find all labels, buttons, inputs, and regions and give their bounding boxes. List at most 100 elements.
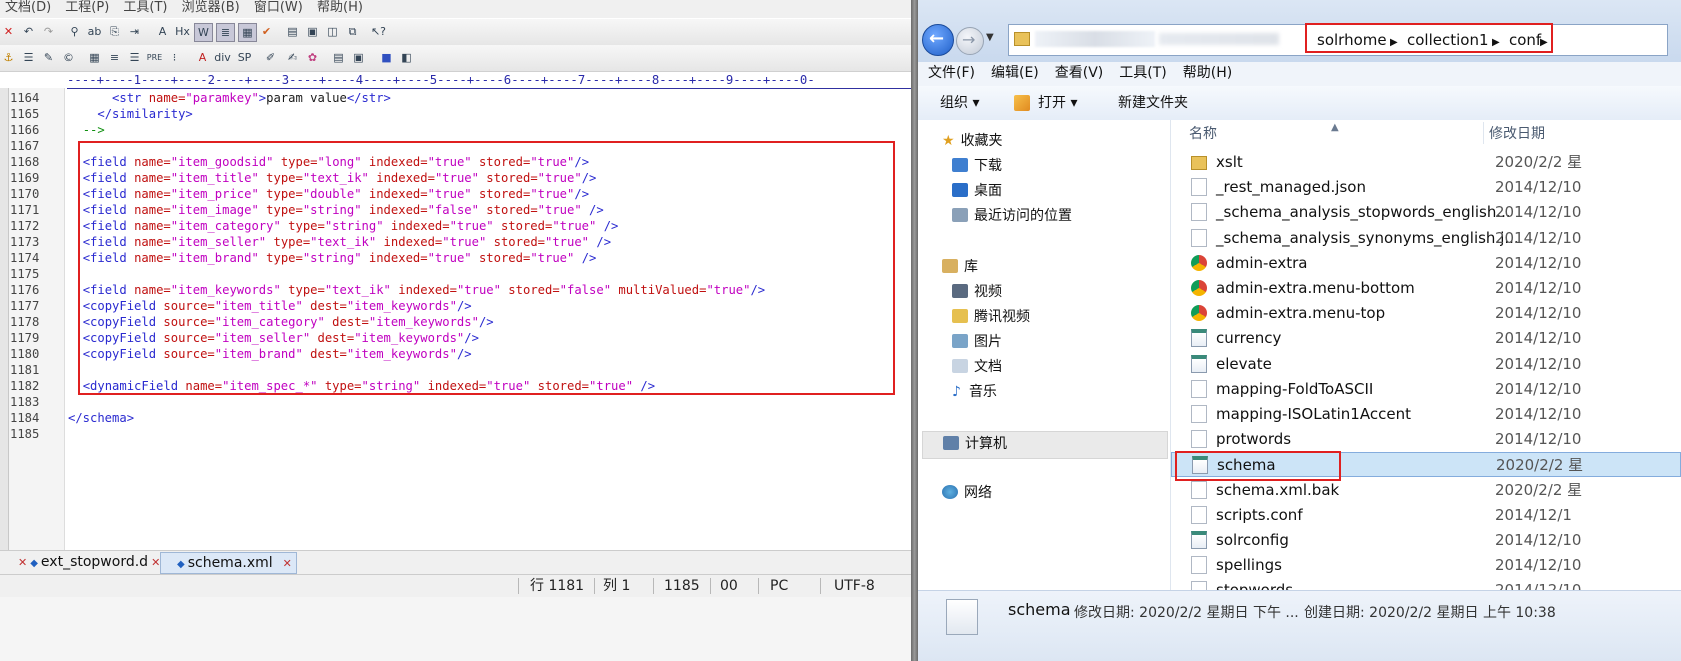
column-divider[interactable] — [1483, 122, 1484, 144]
menu-help[interactable]: 帮助(H) — [1177, 62, 1238, 84]
file-row-schema-analysis-synonyms-english-j[interactable]: _schema_analysis_synonyms_english.j... 20… — [1171, 226, 1681, 251]
code-line[interactable]: --> — [68, 122, 105, 138]
close-tab-icon[interactable]: ✕ — [18, 556, 27, 569]
code-line[interactable]: <str name="paramkey">param value</str> — [68, 90, 391, 106]
file-row-schema-analysis-stopwords-english[interactable]: _schema_analysis_stopwords_english... 201… — [1171, 200, 1681, 225]
split-icon[interactable]: ◫ — [324, 23, 341, 40]
spellcheck-icon[interactable]: ✔ — [258, 23, 275, 40]
copyright-icon[interactable]: © — [60, 49, 77, 66]
menu-tools[interactable]: 工具(T) — [118, 0, 172, 16]
edit-icon[interactable]: ✎ — [40, 49, 57, 66]
nav-recent[interactable]: 最近访问的位置 — [952, 206, 1072, 226]
file-row-elevate[interactable]: elevate 2014/12/10 — [1171, 352, 1681, 377]
file-row-currency[interactable]: currency 2014/12/10 — [1171, 326, 1681, 351]
find-files-icon[interactable]: ⎘ — [106, 23, 123, 40]
layout-icon[interactable]: ▣ — [304, 23, 321, 40]
file-row-admin-extra-menu-bottom[interactable]: admin-extra.menu-bottom 2014/12/10 — [1171, 276, 1681, 301]
nav-music[interactable]: ♪ 音乐 — [952, 382, 997, 402]
view-icon[interactable]: ▤ — [284, 23, 301, 40]
font-icon[interactable]: A — [154, 23, 171, 40]
menu-tools[interactable]: 工具(T) — [1113, 62, 1172, 84]
file-row-mapping-isolatin1accent[interactable]: mapping-ISOLatin1Accent 2014/12/10 — [1171, 402, 1681, 427]
color-picker-icon[interactable]: ■ — [378, 49, 395, 66]
font-color-icon[interactable]: A — [194, 49, 211, 66]
file-row-admin-extra[interactable]: admin-extra 2014/12/10 — [1171, 251, 1681, 276]
close-icon[interactable]: ✕ — [0, 23, 17, 40]
tab-ext-stopword[interactable]: ✕ ◆ ext_stopword.d ✕ — [14, 552, 164, 572]
file-row-admin-extra-menu-top[interactable]: admin-extra.menu-top 2014/12/10 — [1171, 301, 1681, 326]
nav-documents[interactable]: 文档 — [952, 357, 1002, 377]
pre-icon[interactable]: PRE — [146, 49, 163, 66]
file-row-spellings[interactable]: spellings 2014/12/10 — [1171, 553, 1681, 578]
column-name-header[interactable]: 名称 — [1189, 124, 1217, 144]
menu-help[interactable]: 帮助(H) — [312, 0, 368, 16]
file-row-solrconfig[interactable]: solrconfig 2014/12/10 — [1171, 528, 1681, 553]
wrap-icon[interactable]: W — [194, 23, 213, 42]
menu-project[interactable]: 工程(P) — [60, 0, 114, 16]
breadcrumb-arrow-icon[interactable]: ▶ — [1390, 33, 1398, 53]
script-icon[interactable]: ✍ — [284, 49, 301, 66]
column-date-header[interactable]: 修改日期 — [1489, 124, 1545, 144]
nav-videos[interactable]: 视频 — [952, 282, 1002, 302]
line-number-icon[interactable]: ≣ — [216, 23, 235, 42]
menu-edit[interactable]: 编辑(E) — [985, 62, 1045, 84]
nav-tencent-video[interactable]: 腾讯视频 — [952, 307, 1030, 327]
menu-view[interactable]: 查看(V) — [1049, 62, 1110, 84]
sp-icon[interactable]: SP — [236, 49, 253, 66]
breadcrumb-collection1[interactable]: collection1 — [1407, 30, 1489, 50]
undo-icon[interactable]: ↶ — [20, 23, 37, 40]
nav-pictures[interactable]: 图片 — [952, 332, 1002, 352]
history-dropdown-icon[interactable]: ▼ — [986, 32, 994, 43]
hx-icon[interactable]: Hx — [174, 23, 191, 40]
image-icon[interactable]: ▣ — [350, 49, 367, 66]
file-row-rest-managed-json[interactable]: _rest_managed.json 2014/12/10 — [1171, 175, 1681, 200]
align-icon[interactable]: ☰ — [126, 49, 143, 66]
breadcrumb-arrow-icon[interactable]: ▶ — [1492, 33, 1500, 53]
list-icon[interactable]: ≡ — [106, 49, 123, 66]
file-row-protwords[interactable]: protwords 2014/12/10 — [1171, 427, 1681, 452]
menu-document[interactable]: 文档(D) — [0, 0, 56, 16]
file-row-xslt[interactable]: xslt 2020/2/2 星 — [1171, 150, 1681, 175]
window-icon[interactable]: ⧉ — [344, 23, 361, 40]
close-tab-icon[interactable]: ✕ — [283, 557, 292, 570]
table-icon[interactable]: ▦ — [86, 49, 103, 66]
breadcrumb-arrow-icon[interactable]: ▶ — [1540, 33, 1548, 53]
media-icon[interactable]: ✿ — [304, 49, 321, 66]
nav-desktop[interactable]: 桌面 — [952, 181, 1002, 201]
menu-window[interactable]: 窗口(W) — [249, 0, 308, 16]
nav-library[interactable]: 库 — [942, 257, 978, 277]
redo-icon[interactable]: ↷ — [40, 23, 57, 40]
new-folder-button[interactable]: 新建文件夹 — [1118, 93, 1188, 113]
hr-icon[interactable]: ☰ — [20, 49, 37, 66]
find-icon[interactable]: ⚲ — [66, 23, 83, 40]
window-divider[interactable] — [911, 0, 918, 661]
breadcrumb-conf[interactable]: conf — [1509, 30, 1541, 50]
column-mode-icon[interactable]: ▦ — [238, 23, 257, 42]
preview-icon[interactable]: ◧ — [398, 49, 415, 66]
bullet-list-icon[interactable]: ⁝ — [166, 49, 183, 66]
nav-computer-row[interactable]: 计算机 — [922, 431, 1168, 459]
code-line[interactable]: </similarity> — [68, 106, 192, 122]
form-icon[interactable]: ✐ — [262, 49, 279, 66]
tab-schema-xml[interactable]: ◆ schema.xml ✕ — [160, 552, 297, 574]
back-button[interactable]: ← — [922, 24, 954, 56]
nav-downloads[interactable]: 下载 — [952, 156, 1002, 176]
close-tab-icon[interactable]: ✕ — [151, 556, 160, 569]
nav-network[interactable]: 网络 — [942, 483, 992, 503]
forward-button[interactable]: → — [956, 27, 984, 55]
nav-favorites[interactable]: ★ 收藏夹 — [942, 131, 1003, 151]
div-icon[interactable]: div — [214, 49, 231, 66]
path-box[interactable]: solrhome ▶ collection1 ▶ conf ▶ — [1008, 23, 1668, 56]
replace-icon[interactable]: ab — [86, 23, 103, 40]
file-row-mapping-foldtoascii[interactable]: mapping-FoldToASCII 2014/12/10 — [1171, 377, 1681, 402]
menu-browser[interactable]: 浏览器(B) — [177, 0, 245, 16]
breadcrumb-solrhome[interactable]: solrhome — [1317, 30, 1387, 50]
menu-file[interactable]: 文件(F) — [922, 62, 981, 84]
help-pointer-icon[interactable]: ↖? — [370, 23, 387, 40]
file-row-schema-xml-bak[interactable]: schema.xml.bak 2020/2/2 星 — [1171, 478, 1681, 503]
anchor-icon[interactable]: ⚓ — [0, 49, 17, 66]
file-row-scripts-conf[interactable]: scripts.conf 2014/12/1 — [1171, 503, 1681, 528]
organize-button[interactable]: 组织 ▾ — [940, 93, 979, 113]
indent-icon[interactable]: ⇥ — [126, 23, 143, 40]
open-button[interactable]: 打开 ▾ — [1038, 93, 1077, 113]
